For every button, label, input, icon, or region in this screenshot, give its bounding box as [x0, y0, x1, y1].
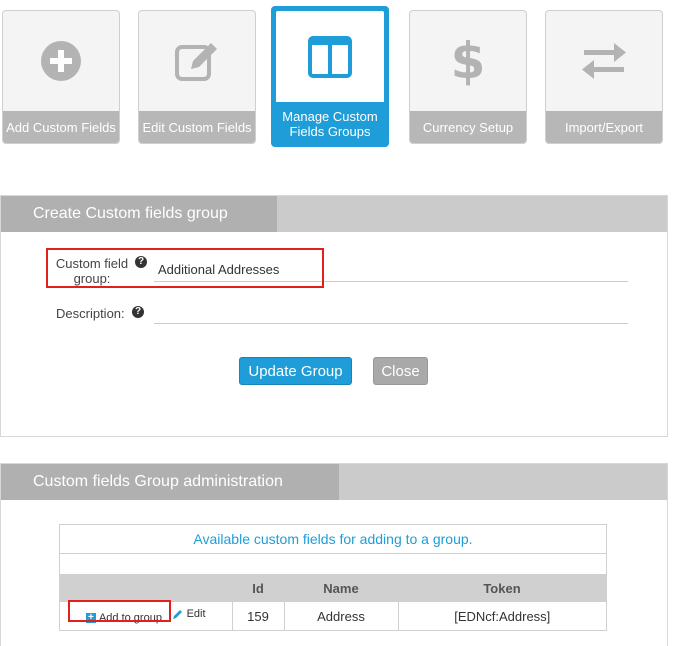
- highlight-box: [68, 600, 171, 622]
- table-header-row: Id Name Token: [60, 575, 606, 602]
- tile-label: Add Custom Fields: [3, 111, 119, 143]
- plus-circle-icon: [3, 11, 119, 111]
- token-cell: [EDNcf:Address]: [397, 601, 606, 630]
- tile-import-export[interactable]: Import/Export: [545, 10, 663, 144]
- dollar-icon: $: [450, 32, 486, 90]
- panel-title: Custom fields Group administration: [1, 464, 339, 500]
- help-icon[interactable]: ?: [132, 306, 144, 318]
- column-header-actions: [60, 575, 232, 602]
- description-label: Description:: [56, 306, 125, 321]
- panel-header: Create Custom fields group: [1, 196, 667, 232]
- tile-edit-custom-fields[interactable]: Edit Custom Fields: [138, 10, 256, 144]
- edit-link[interactable]: Edit: [172, 608, 206, 620]
- edit-icon: [139, 11, 255, 111]
- columns-icon: [276, 11, 384, 103]
- tile-label: Currency Setup: [410, 111, 526, 143]
- exchange-icon: [546, 11, 662, 111]
- panel-title: Create Custom fields group: [1, 196, 277, 232]
- grid-caption: Available custom fields for adding to a …: [60, 525, 606, 554]
- grid-spacer: [60, 554, 606, 575]
- highlight-box: [46, 248, 324, 288]
- edit-label: Edit: [186, 608, 206, 620]
- tile-label: Manage Custom Fields Groups: [272, 102, 388, 146]
- pencil-icon: [172, 610, 182, 619]
- id-cell: 159: [231, 601, 284, 630]
- tile-manage-custom-fields-groups[interactable]: Manage Custom Fields Groups: [271, 6, 389, 147]
- update-group-button[interactable]: Update Group: [239, 357, 352, 385]
- column-header-name: Name: [284, 575, 398, 602]
- panel-header: Custom fields Group administration: [1, 464, 667, 500]
- tile-add-custom-fields[interactable]: Add Custom Fields: [2, 10, 120, 144]
- tile-label: Import/Export: [546, 111, 662, 143]
- column-header-token: Token: [398, 575, 606, 602]
- name-cell: Address: [283, 601, 398, 630]
- tile-currency-setup[interactable]: $ Currency Setup: [409, 10, 527, 144]
- column-header-id: Id: [232, 575, 284, 602]
- close-button[interactable]: Close: [373, 357, 428, 385]
- tile-label: Edit Custom Fields: [139, 111, 255, 143]
- description-input[interactable]: [154, 300, 628, 324]
